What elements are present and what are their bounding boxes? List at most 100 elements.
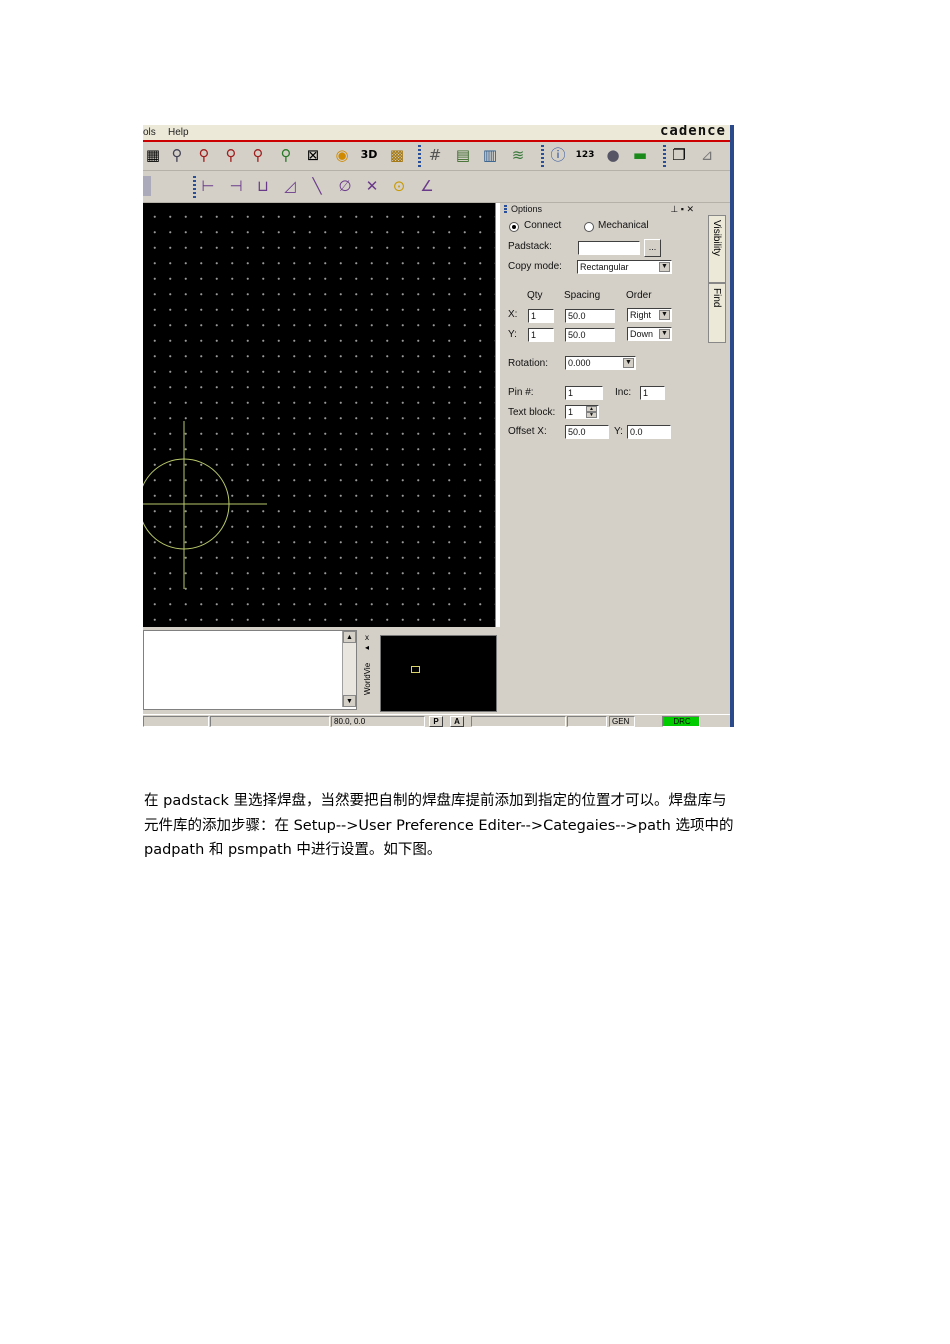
arc-icon[interactable]: ╲ [307, 176, 327, 196]
info-icon[interactable]: ⓘ [548, 145, 568, 165]
paragraph-line-1: 在 padstack 里选择焊盘，当然要把自制的焊盘库提前添加到指定的位置才可以… [144, 793, 727, 809]
stack-icon[interactable]: ≋ [508, 145, 528, 165]
report-icon[interactable]: ⊿ [697, 145, 717, 165]
connect-radio[interactable] [509, 222, 519, 232]
a-button[interactable]: A [450, 716, 464, 727]
status-cell-3 [471, 716, 566, 727]
order-header: Order [626, 290, 652, 301]
cross-icon[interactable]: ∅ [335, 176, 355, 196]
command-console[interactable] [143, 630, 357, 710]
menu-tools[interactable]: ols [143, 125, 156, 140]
axis-icon[interactable]: ∠ [417, 176, 437, 196]
zoom-point-icon[interactable]: ⚲ [194, 145, 214, 165]
chevron-down-icon[interactable]: ▼ [659, 310, 670, 320]
worldview-panel[interactable] [380, 635, 497, 712]
count-icon[interactable]: 123 [575, 145, 595, 165]
canvas-drawing [143, 421, 267, 589]
worldview-label: WorldVie [363, 662, 372, 695]
copy-mode-select[interactable]: Rectangular ▼ [577, 260, 672, 274]
textblock-value: 1 [568, 407, 574, 417]
line-icon[interactable]: ◿ [280, 176, 300, 196]
x-order-select[interactable]: Right ▼ [627, 308, 672, 322]
textblock-label: Text block: [508, 407, 556, 418]
textblock-stepper[interactable]: 1 ▲ ▼ [565, 405, 599, 419]
y-label: Y: [508, 329, 517, 340]
offsetx-input[interactable]: 50.0 [565, 425, 609, 439]
chevron-down-icon[interactable]: ▼ [623, 358, 634, 368]
p-button[interactable]: P [429, 716, 443, 727]
scroll-down-icon[interactable]: ▼ [343, 695, 356, 707]
offsety-input[interactable]: 0.0 [627, 425, 671, 439]
layer-icon[interactable]: ▥ [480, 145, 500, 165]
angle-icon[interactable]: ⊔ [253, 176, 273, 196]
flip-icon[interactable]: ▩ [387, 145, 407, 165]
color-icon[interactable]: ▤ [453, 145, 473, 165]
tab-visibility[interactable]: Visibility [708, 215, 726, 283]
padstack-browse-button[interactable]: ... [644, 239, 661, 257]
console-scrollbar[interactable]: ▲ ▼ [342, 631, 356, 707]
toolbar-grip-3[interactable] [663, 145, 666, 167]
y-spacing-input[interactable]: 50.0 [565, 328, 615, 342]
curve-icon[interactable]: ✕ [362, 176, 382, 196]
toolbar-grip-4[interactable] [193, 176, 196, 198]
design-canvas[interactable] [143, 203, 495, 627]
toolbar-grip-2[interactable] [541, 145, 544, 167]
tab-find[interactable]: Find [708, 283, 726, 343]
dimension-toolbar: ⊢ ⊣ ⊔ ◿ ╲ ∅ ✕ ⊙ ∠ [143, 171, 734, 203]
options-title: Options [511, 204, 543, 214]
pin-input[interactable]: 1 [565, 386, 603, 400]
y-qty-input[interactable]: 1 [528, 328, 554, 342]
grid-view-icon[interactable]: ▦ [143, 145, 163, 165]
options-panel: Options ⊥ ▪ ✕ Connect Mechanical Padstac… [503, 203, 708, 713]
gen-indicator[interactable]: GEN [609, 716, 635, 727]
y-order-select[interactable]: Down ▼ [627, 327, 672, 341]
3d-view-icon[interactable]: 3D [359, 145, 379, 165]
worldview-titlebar: x ◂ WorldVie [362, 633, 376, 711]
padstack-input[interactable] [578, 241, 640, 255]
grid-icon[interactable]: # [425, 145, 445, 165]
inc-input[interactable]: 1 [640, 386, 665, 400]
zoom-out-icon[interactable]: ⚲ [248, 145, 268, 165]
rats-icon[interactable]: ▬ [630, 145, 650, 165]
menu-help[interactable]: Help [168, 125, 189, 140]
status-cell-1 [143, 716, 209, 727]
x-spacing-input[interactable]: 50.0 [565, 309, 615, 323]
toolbar-edge-icon [143, 176, 151, 196]
zoom-previous-icon[interactable]: ⚲ [276, 145, 296, 165]
status-cell-4 [567, 716, 607, 727]
circle-icon[interactable]: ⊙ [389, 176, 409, 196]
measure-icon[interactable]: ⊣ [226, 176, 246, 196]
document-paragraph: 在 padstack 里选择焊盘，当然要把自制的焊盘库提前添加到指定的位置才可以… [144, 789, 808, 863]
screenshot: ols Help cadence ▦ ⚲ ⚲ ⚲ ⚲ ⚲ ⊠ ◉ 3D ▩ # … [143, 125, 734, 727]
mechanical-radio[interactable] [584, 222, 594, 232]
drc-indicator[interactable]: DRC [662, 716, 700, 727]
canvas-divider[interactable] [495, 203, 500, 627]
x-qty-input[interactable]: 1 [528, 309, 554, 323]
stepper-down-icon[interactable]: ▼ [586, 412, 597, 418]
coordinates-readout: 80.0, 0.0 [331, 716, 425, 727]
offsetx-label: Offset X: [508, 426, 547, 437]
connect-label: Connect [524, 220, 562, 231]
toolbar-grip[interactable] [418, 145, 421, 167]
copy-mode-label: Copy mode: [508, 261, 562, 272]
scroll-up-icon[interactable]: ▲ [343, 631, 356, 643]
status-icon[interactable]: ● [603, 145, 623, 165]
options-titlebar: Options ⊥ ▪ ✕ [503, 203, 698, 215]
zoom-in-icon[interactable]: ⚲ [167, 145, 187, 165]
dimension-icon[interactable]: ⊢ [198, 176, 218, 196]
x-order-value: Right [630, 310, 652, 320]
worldview-viewport[interactable] [411, 666, 420, 673]
worldview-pin-icon[interactable]: ◂ [365, 643, 369, 652]
chevron-down-icon[interactable]: ▼ [659, 262, 670, 272]
brand-logo: cadence [659, 125, 726, 139]
chevron-down-icon[interactable]: ▼ [659, 329, 670, 339]
copy-icon[interactable]: ❐ [669, 145, 689, 165]
zoom-fit-icon[interactable]: ⚲ [221, 145, 241, 165]
worldview-close-icon[interactable]: x [365, 633, 369, 642]
rotation-select[interactable]: 0.000 ▼ [565, 356, 636, 370]
options-grip[interactable] [504, 205, 507, 213]
redraw-icon[interactable]: ◉ [332, 145, 352, 165]
zoom-world-icon[interactable]: ⊠ [303, 145, 323, 165]
options-window-controls[interactable]: ⊥ ▪ ✕ [670, 203, 694, 215]
spacing-header: Spacing [564, 290, 601, 301]
